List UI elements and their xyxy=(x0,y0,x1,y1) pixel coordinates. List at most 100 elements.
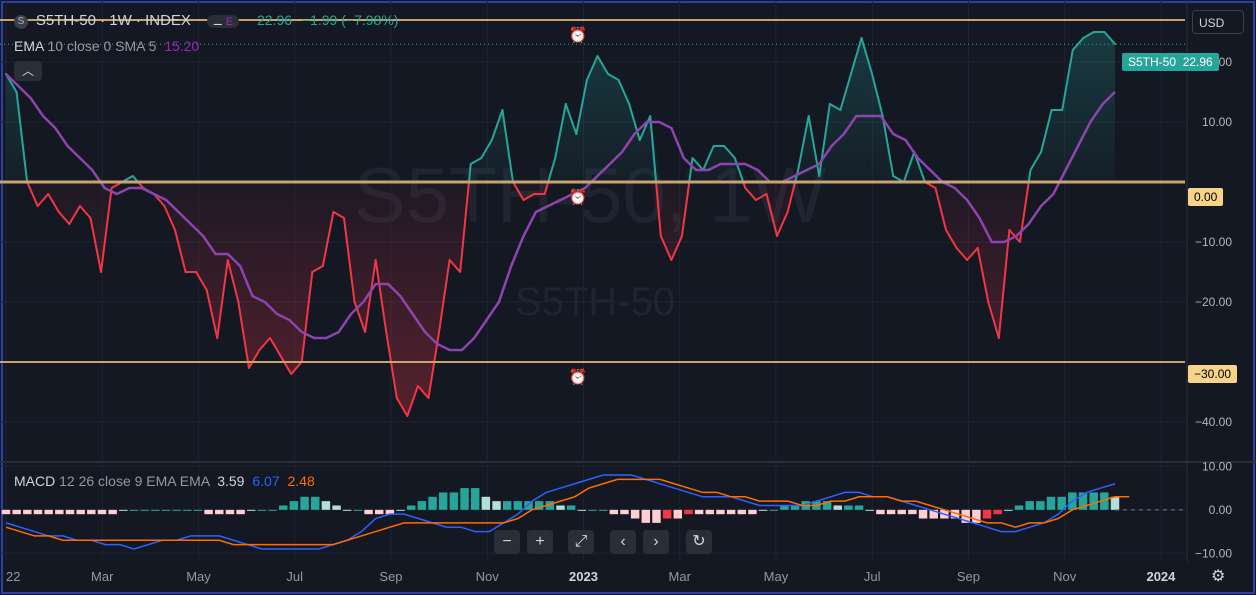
histogram-bar xyxy=(406,505,416,510)
histogram-bar xyxy=(502,501,512,510)
histogram-bar xyxy=(76,509,85,515)
time-axis-label: Jul xyxy=(864,569,881,584)
histogram-bar xyxy=(289,501,299,510)
macd-legend[interactable]: MACD 12 26 close 9 EMA EMA 3.59 6.07 2.4… xyxy=(14,473,315,489)
histogram-bar xyxy=(769,509,778,511)
histogram-bar xyxy=(737,509,747,515)
macd-name: MACD xyxy=(14,473,56,489)
zoom-out-button[interactable]: − xyxy=(494,530,520,554)
scroll-left-button[interactable]: ‹ xyxy=(610,530,636,554)
symbol-logo-icon: S xyxy=(14,15,28,29)
macd-axis-label: 0.00 xyxy=(1209,503,1233,517)
fit-screen-button[interactable]: ⤢ xyxy=(568,530,594,554)
histogram-bar xyxy=(865,509,874,511)
eye-toggle-icon[interactable]: ⚊ E xyxy=(206,15,240,28)
histogram-bar xyxy=(982,509,992,519)
histogram-bar xyxy=(140,509,149,511)
symbol-title[interactable]: S5TH-50 · 1W · INDEX xyxy=(36,12,191,29)
histogram-bar xyxy=(492,501,501,510)
signal-value: 6.07 xyxy=(252,473,280,489)
histogram-bar xyxy=(662,509,672,519)
histogram-bar xyxy=(332,505,341,510)
histogram-bar xyxy=(609,509,619,515)
histogram-bar xyxy=(236,509,245,515)
reset-chart-button[interactable]: ↻ xyxy=(686,530,712,554)
collapse-legend-button[interactable]: ︿ xyxy=(14,61,42,81)
time-axis-label: Jul xyxy=(286,569,303,584)
histogram-bar xyxy=(55,509,64,515)
histogram-bar xyxy=(1089,492,1098,510)
time-axis-label: Sep xyxy=(379,569,402,584)
histogram-bar xyxy=(119,509,128,511)
histogram-bar xyxy=(716,509,725,515)
histogram-bar xyxy=(247,509,256,511)
histogram-bar xyxy=(588,509,597,511)
histogram-bar xyxy=(577,509,587,511)
chevron-up-icon: ︿ xyxy=(21,64,34,78)
histogram-bar xyxy=(556,505,565,510)
symbol-legend[interactable]: S S5TH-50 · 1W · INDEX ⚊ E 22.96 −1.99 (… xyxy=(14,12,398,29)
histogram-bar xyxy=(694,509,704,515)
histogram-bar xyxy=(172,509,181,511)
histogram-bar xyxy=(97,509,107,515)
scroll-right-button[interactable]: › xyxy=(643,530,669,554)
macd-axis-label: 10.00 xyxy=(1202,459,1232,473)
histogram-bar xyxy=(1014,505,1024,510)
price-axis-label: 10.00 xyxy=(1202,115,1232,129)
histogram-bar xyxy=(183,509,192,511)
histogram-bar xyxy=(1025,501,1034,510)
histogram-bar xyxy=(844,505,853,510)
chart-window: 22 Mar May Jul Sep Nov 2023 Mar May Jul Sep Nov 2024… xyxy=(0,0,1256,595)
histogram-bar xyxy=(620,509,629,515)
histogram-bar xyxy=(705,509,715,515)
histogram-bar xyxy=(428,496,437,510)
histogram-bar xyxy=(33,509,43,515)
histogram-bar xyxy=(630,509,640,519)
histogram-bar xyxy=(758,509,768,511)
histogram-bar xyxy=(833,505,842,510)
time-axis-label: May xyxy=(764,569,789,584)
histogram-bar xyxy=(897,509,906,515)
alarm-clock-icon: ⏰ xyxy=(569,25,588,44)
zero-alert-tag[interactable]: 0.00 xyxy=(1188,188,1224,206)
histogram-bar xyxy=(161,509,171,511)
histogram-bar xyxy=(449,492,459,510)
watermark-subtitle: S5TH-50 xyxy=(515,280,675,324)
time-axis-label: Nov xyxy=(1053,569,1077,584)
histogram-bar xyxy=(396,509,405,511)
ema-params: 10 close 0 SMA 5 xyxy=(47,38,157,54)
price-axis-label: −20.00 xyxy=(1195,295,1232,309)
symbol-price-tag: S5TH-50 22.96 xyxy=(1122,53,1219,71)
price-axis-label: −10.00 xyxy=(1195,235,1232,249)
histogram-bar xyxy=(417,501,427,510)
minus30-alert-tag[interactable]: −30.00 xyxy=(1188,365,1238,383)
histogram-bar xyxy=(129,509,139,511)
currency-button[interactable]: USD xyxy=(1192,10,1244,34)
ema-value: 15.20 xyxy=(164,38,200,54)
settings-gear-icon[interactable]: ⚙ xyxy=(1211,566,1225,586)
histogram-bar xyxy=(364,509,373,515)
histogram-bar xyxy=(438,492,448,510)
time-axis-label: 22 xyxy=(6,569,20,584)
histogram-bar xyxy=(225,509,235,515)
time-axis-label: Mar xyxy=(91,569,114,584)
macd-axis-label: −10.00 xyxy=(1195,546,1232,560)
histogram-bar xyxy=(684,509,693,515)
ema-name: EMA xyxy=(14,38,44,54)
zoom-in-button[interactable]: + xyxy=(527,530,553,554)
time-axis-label: 2023 xyxy=(569,569,598,584)
histogram-bar xyxy=(279,505,288,510)
histogram-bar xyxy=(204,509,213,515)
ema-legend[interactable]: EMA 10 close 0 SMA 5 15.20 xyxy=(14,38,199,54)
hist-value: 2.48 xyxy=(287,473,315,489)
histogram-bar xyxy=(1036,501,1045,510)
histogram-bar xyxy=(193,509,203,511)
histogram-bar xyxy=(993,509,1002,515)
histogram-bar xyxy=(215,509,224,515)
histogram-bar xyxy=(460,488,469,510)
chart-canvas[interactable]: 22 Mar May Jul Sep Nov 2023 Mar May Jul Sep Nov 2024… xyxy=(0,0,1256,595)
histogram-bar xyxy=(321,501,331,510)
histogram-bar xyxy=(641,509,651,523)
histogram-bar xyxy=(470,488,480,510)
histogram-bar xyxy=(726,509,736,515)
